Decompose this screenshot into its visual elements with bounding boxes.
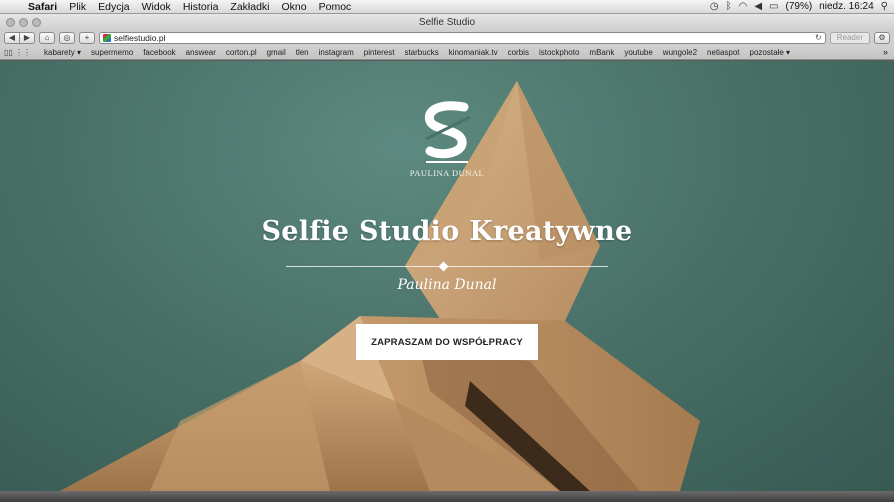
bookmark-item[interactable]: facebook xyxy=(138,48,180,57)
bookmark-item[interactable]: kabarety ▾ xyxy=(39,48,86,57)
history-button[interactable]: ◎ xyxy=(59,31,75,44)
site-favicon-icon xyxy=(103,33,111,42)
settings-button[interactable]: ⚙ xyxy=(874,31,890,44)
time-machine-icon[interactable]: ◷ xyxy=(710,1,719,12)
hero-section: PAULINA DUNAL Selfie Studio Kreatywne Pa… xyxy=(0,61,894,491)
home-button[interactable]: ⌂ xyxy=(39,31,55,44)
bookmark-item[interactable]: istockphoto xyxy=(534,48,584,57)
bookmark-item-more-folder[interactable]: pozostałe ▾ xyxy=(745,48,795,57)
collaboration-cta-button[interactable]: ZAPRASZAM DO WSPÓŁPRACY xyxy=(356,324,538,360)
bluetooth-icon[interactable]: ᛒ xyxy=(726,1,732,12)
history-icon: ◎ xyxy=(63,33,71,42)
logo-caption: PAULINA DUNAL xyxy=(409,168,485,178)
bookmark-item[interactable]: mBank xyxy=(584,48,619,57)
reader-button[interactable]: Reader xyxy=(829,31,870,44)
bookmarks-bar: ▯▯ ⋮⋮ kabarety ▾ supermemo facebook answ… xyxy=(0,45,894,60)
bookmark-item[interactable]: supermemo xyxy=(86,48,138,57)
menu-okno[interactable]: Okno xyxy=(276,1,313,13)
spotlight-icon[interactable]: ⚲ xyxy=(881,1,888,12)
address-bar[interactable]: selfiestudio.pl ↻ xyxy=(99,31,826,44)
bookmark-item[interactable]: gmail xyxy=(262,48,291,57)
window-title: Selfie Studio xyxy=(418,16,476,28)
bookmarks-overflow-icon[interactable]: » xyxy=(883,47,894,57)
menu-historia[interactable]: Historia xyxy=(177,1,225,13)
menu-widok[interactable]: Widok xyxy=(136,1,177,13)
back-button[interactable]: ◀ xyxy=(4,31,20,44)
forward-button[interactable]: ▶ xyxy=(19,31,35,44)
bookmark-item[interactable]: corton.pl xyxy=(221,48,262,57)
bookmark-item[interactable]: kinomaniak.tv xyxy=(444,48,503,57)
wifi-icon[interactable]: ◠ xyxy=(739,1,748,12)
window-titlebar: Selfie Studio xyxy=(0,14,894,30)
bookmark-item[interactable]: netiaspot xyxy=(702,48,744,57)
window-bottom-edge xyxy=(0,491,894,502)
menu-plik[interactable]: Plik xyxy=(63,1,92,13)
battery-icon[interactable]: ▭ xyxy=(769,1,778,12)
volume-icon[interactable]: ◀ xyxy=(754,1,762,12)
reload-icon[interactable]: ↻ xyxy=(815,33,822,42)
bookmark-item[interactable]: pinterest xyxy=(359,48,400,57)
bookmark-item[interactable]: youtube xyxy=(619,48,657,57)
gear-icon: ⚙ xyxy=(878,33,886,42)
page-title: Selfie Studio Kreatywne xyxy=(261,216,633,247)
bookmark-item[interactable]: corbis xyxy=(503,48,534,57)
hero-overlay: PAULINA DUNAL Selfie Studio Kreatywne Pa… xyxy=(0,61,894,491)
browser-toolbar: ◀ ▶ ⌂ ◎ + selfiestudio.pl ↻ Reader ⚙ xyxy=(0,30,894,45)
bookmark-item[interactable]: starbucks xyxy=(399,48,443,57)
author-signature: Paulina Dunal xyxy=(397,277,497,293)
bookmark-item[interactable]: tlen xyxy=(291,48,314,57)
battery-percentage: (79%) xyxy=(785,1,813,12)
menu-edycja[interactable]: Edycja xyxy=(92,1,136,13)
macos-menubar: Safari Plik Edycja Widok Historia Zakład… xyxy=(0,0,894,14)
menu-pomoc[interactable]: Pomoc xyxy=(313,1,358,13)
address-url: selfiestudio.pl xyxy=(114,32,166,43)
reading-list-icon[interactable]: ▯▯ ⋮⋮ xyxy=(4,48,31,57)
menubar-status-area: ◷ ᛒ ◠ ◀ ▭ (79%) niedz. 16:24 ⚲ xyxy=(710,1,894,12)
menu-zakladki[interactable]: Zakładki xyxy=(224,1,275,13)
add-bookmark-button[interactable]: + xyxy=(79,31,95,44)
menubar-clock[interactable]: niedz. 16:24 xyxy=(819,1,874,12)
bookmark-item[interactable]: answear xyxy=(181,48,221,57)
studio-logo-icon[interactable] xyxy=(412,99,482,179)
bookmark-item[interactable]: wungole2 xyxy=(658,48,702,57)
bookmark-item[interactable]: instagram xyxy=(314,48,359,57)
divider-diamond-icon xyxy=(438,261,449,272)
menu-app-safari[interactable]: Safari xyxy=(22,1,63,13)
